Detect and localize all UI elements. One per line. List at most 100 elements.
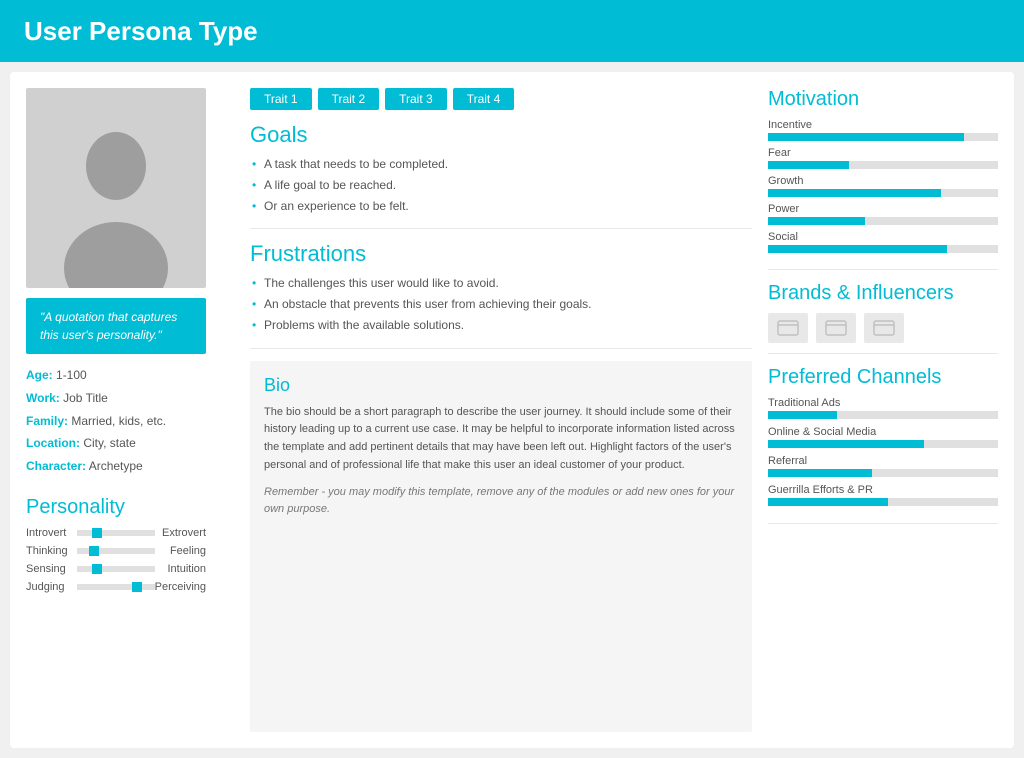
frustrations-section: Frustrations The challenges this user wo… [250,241,752,348]
goals-title: Goals [250,122,752,148]
family-label: Family: [26,414,68,428]
channel-row-3: Referral [768,455,998,477]
personality-right-label: Intuition [155,563,206,575]
channel-track [768,469,998,477]
quote-box: "A quotation that captures this user's p… [26,298,206,354]
personality-track [77,566,155,572]
brand-icon-2 [816,313,856,343]
motivation-label: Social [768,231,998,243]
personality-track [77,584,155,590]
motivation-title: Motivation [768,88,998,111]
age-label: Age: [26,368,53,382]
frustration-item-3: Problems with the available solutions. [250,317,752,334]
motivation-label: Fear [768,147,998,159]
motivation-track [768,189,998,197]
channel-fill [768,411,837,419]
middle-column: Trait 1 Trait 2Trait 3 Trait 4 Goals A tas… [242,88,752,732]
motivation-row-2: Fear [768,147,998,169]
main-content: "A quotation that captures this user's p… [10,72,1014,748]
personality-track [77,530,155,536]
bio-box: Bio The bio should be a short paragraph … [250,361,752,732]
frustration-item-1: The challenges this user would like to a… [250,275,752,292]
personality-left-label: Sensing [26,563,77,575]
bio-text: The bio should be a short paragraph to d… [264,404,738,474]
frustrations-list: The challenges this user would like to a… [250,275,752,333]
motivation-track [768,217,998,225]
personality-right-label: Feeling [155,545,206,557]
goals-list: A task that needs to be completed.A life… [250,156,752,214]
location-value: City, state [83,436,135,450]
frustrations-title: Frustrations [250,241,752,267]
frustration-item-2: An obstacle that prevents this user from… [250,296,752,313]
channel-bars: Traditional Ads Online & Social Media Re… [768,397,998,506]
personality-indicator [132,582,142,592]
channel-fill [768,498,888,506]
personality-row-3: Judging Perceiving [26,581,206,593]
personality-row-0: Introvert Extrovert [26,527,206,539]
channel-label: Online & Social Media [768,426,998,438]
age-value: 1-100 [56,368,87,382]
channels-section: Preferred Channels Traditional Ads Onlin… [768,366,998,524]
channel-fill [768,469,872,477]
channel-track [768,411,998,419]
motivation-fill [768,133,964,141]
motivation-track [768,245,998,253]
personality-indicator [92,564,102,574]
brand-icon-1 [768,313,808,343]
personality-left-label: Judging [26,581,77,593]
motivation-fill [768,189,941,197]
channel-track [768,440,998,448]
trait-badge-4: Trait 4 [453,88,515,110]
channel-row-1: Traditional Ads [768,397,998,419]
personality-indicator [89,546,99,556]
motivation-track [768,133,998,141]
personality-row-2: Sensing Intuition [26,563,206,575]
family-value: Married, kids, etc. [71,414,166,428]
personality-rows: Introvert Extrovert Thinking Feeling Sen… [26,527,206,593]
channel-label: Referral [768,455,998,467]
work-label: Work: [26,391,60,405]
brand-icon-3 [864,313,904,343]
motivation-section: Motivation Incentive Fear Growth Power S… [768,88,998,270]
motivation-bars: Incentive Fear Growth Power Social [768,119,998,253]
quote-text: "A quotation that captures this user's p… [40,310,177,342]
work-value: Job Title [63,391,108,405]
trait-badge-1: Trait 1 [250,88,312,110]
bio-title: Bio [264,375,738,396]
channel-track [768,498,998,506]
motivation-fill [768,161,849,169]
motivation-row-4: Power [768,203,998,225]
persona-details: Age: 1-100 Work: Job Title Family: Marri… [26,364,206,478]
traits-row: Trait 1 Trait 2Trait 3 Trait 4 [250,88,752,110]
avatar [26,88,206,288]
motivation-label: Growth [768,175,998,187]
personality-indicator [92,528,102,538]
trait-badge-3: Trait 3 [385,88,447,110]
motivation-row-3: Growth [768,175,998,197]
channel-row-2: Online & Social Media [768,426,998,448]
goal-item-3: Or an experience to be felt. [250,198,752,215]
character-label: Character: [26,459,86,473]
personality-right-label: Perceiving [155,581,206,593]
channel-label: Guerrilla Efforts & PR [768,484,998,496]
location-label: Location: [26,436,80,450]
brands-section: Brands & Influencers [768,282,998,354]
channel-row-4: Guerrilla Efforts & PR [768,484,998,506]
channels-title: Preferred Channels [768,366,998,389]
brand-icons [768,313,998,343]
character-value: Archetype [89,459,143,473]
motivation-row-1: Incentive [768,119,998,141]
personality-left-label: Thinking [26,545,77,557]
page-wrapper: User Persona Type "A quotation that capt… [0,0,1024,758]
channel-label: Traditional Ads [768,397,998,409]
personality-title: Personality [26,496,206,519]
motivation-row-5: Social [768,231,998,253]
trait-badge-2: Trait 2 [318,88,380,110]
personality-track [77,548,155,554]
bio-note: Remember - you may modify this template,… [264,484,738,517]
personality-row-1: Thinking Feeling [26,545,206,557]
goals-section: Goals A task that needs to be completed.… [250,122,752,229]
personality-right-label: Extrovert [155,527,206,539]
goal-item-2: A life goal to be reached. [250,177,752,194]
personality-section: Personality Introvert Extrovert Thinking… [26,496,206,599]
